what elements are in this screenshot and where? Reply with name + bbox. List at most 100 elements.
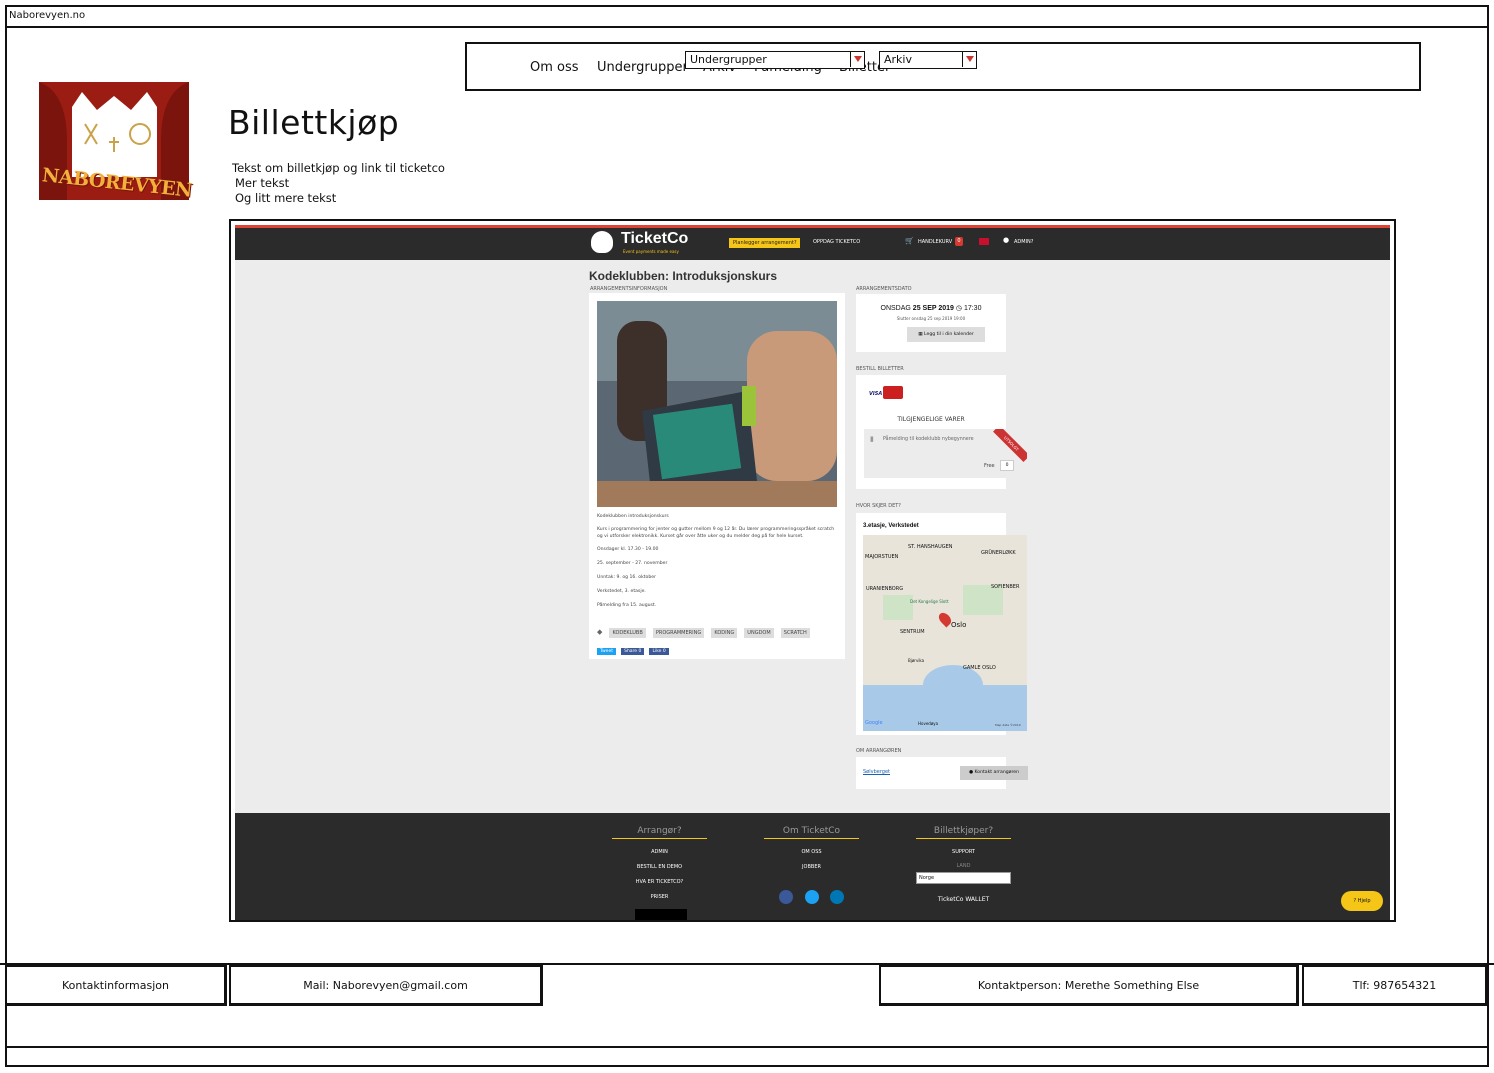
page-title: Billettkjøp (228, 103, 400, 142)
footer-link[interactable]: PRISER (612, 890, 707, 905)
admin-link[interactable]: ADMIN? (1014, 239, 1033, 245)
share-button[interactable]: Share 0 (621, 648, 645, 655)
tweet-button[interactable]: Tweet (597, 648, 616, 655)
desc-location: Verkstedet, 3. etasje. (597, 589, 646, 594)
map-label: ST. HANSHAUGEN (908, 544, 953, 550)
footer-contact-person: Kontaktperson: Merethe Something Else (879, 965, 1299, 1006)
location-card: 3.etasje, Verkstedet ST. HANSHAUGEN GRÜN… (856, 513, 1027, 735)
tag-icon: ◆ (597, 628, 603, 636)
ticketco-tagline: Event payments made easy (623, 249, 679, 254)
map-label: Hovedøya (918, 721, 939, 726)
app-store-badge[interactable] (635, 909, 687, 920)
footer-link[interactable]: ADMIN (612, 845, 707, 860)
organizer-link[interactable]: Sølvberget (863, 769, 890, 775)
footer-link[interactable]: JOBBER (764, 860, 859, 875)
twitter-icon[interactable] (804, 890, 819, 904)
help-label: Hjelp (1357, 898, 1371, 904)
wallet-logo[interactable]: TicketCo WALLET (916, 896, 1011, 903)
footer-col-buyer: Billettkjøper? SUPPORT LAND Norge Ticket… (916, 826, 1011, 903)
organizer-section-label: OM ARRANGØREN (856, 748, 902, 754)
undergrupper-dropdown[interactable]: Undergrupper (685, 51, 865, 69)
arkiv-dropdown[interactable]: Arkiv (879, 51, 977, 69)
chevron-down-icon (850, 52, 864, 67)
help-icon: ? (1353, 898, 1357, 904)
cart-count-badge: 0 (955, 237, 963, 246)
naborevyen-logo[interactable]: NABOREVYEN (37, 82, 197, 202)
footer-link[interactable]: OM OSS (764, 845, 859, 860)
available-items-heading: TILGJENGELIGE VARER (897, 416, 965, 423)
clock-icon: ◷ (955, 305, 962, 312)
bottom-border (5, 1046, 1489, 1048)
ticketco-logo-icon (591, 231, 613, 253)
contact-organizer-label: Kontakt arrangøren (974, 770, 1020, 775)
ticketco-header: TicketCo Event payments made easy Planle… (235, 225, 1390, 260)
footer-link[interactable]: BESTILL EN DEMO (612, 860, 707, 875)
venue-map[interactable]: ST. HANSHAUGEN GRÜNERLØKK MAJORSTUEN URA… (863, 535, 1027, 731)
tag-list: ◆ KODEKLUBB PROGRAMMERING KODING UNGDOM … (597, 619, 812, 638)
ticket-price: Free (984, 463, 995, 469)
tag-item[interactable]: KODING (711, 628, 738, 638)
footer-link[interactable]: HVA ER TICKETCO? (612, 875, 707, 890)
nav-om-oss[interactable]: Om oss (530, 60, 579, 75)
country-label: LAND (956, 863, 971, 869)
google-logo: Google (865, 720, 883, 726)
ticket-icon: ▮ (870, 435, 874, 443)
nav-undergrupper[interactable]: Undergrupper (597, 60, 688, 75)
sold-out-ribbon: UTSOLGT (993, 429, 1027, 462)
desc-period: 25. september - 27. november (597, 561, 668, 566)
map-label: Oslo (951, 621, 967, 629)
map-label: GAMLE OSLO (963, 665, 996, 671)
date-main: 25 SEP 2019 (912, 305, 954, 312)
tag-item[interactable]: SCRATCH (780, 628, 810, 638)
footer-link[interactable]: SUPPORT (916, 845, 1011, 860)
desc-body: Kurs i programmering for jenter og gutte… (597, 527, 835, 539)
desc-schedule: Onsdager kl. 17.30 - 19.00 (597, 547, 659, 552)
norway-flag-icon[interactable] (979, 238, 989, 245)
map-label: Bjørvika (908, 658, 925, 663)
country-select[interactable]: Norge (916, 872, 1011, 884)
date-time: 17:30 (963, 305, 982, 312)
linkedin-icon[interactable] (829, 890, 844, 904)
ticket-quantity-input[interactable]: 0 (1000, 460, 1014, 471)
date-card: ONSDAG 25 SEP 2019 ◷ 17:30 Slutter onsda… (856, 294, 1006, 352)
footer-col-title: Om TicketCo (764, 826, 859, 839)
add-to-calendar-button[interactable]: ▦ Legg til i din kalender (907, 327, 985, 342)
title-bar: Naborevyen.no (5, 5, 1489, 28)
venue-name: 3.etasje, Verkstedet (863, 523, 919, 529)
ticketco-brand[interactable]: TicketCo (621, 230, 688, 248)
chat-icon: ● (968, 770, 973, 775)
footer-col-organizer: Arrangør? ADMIN BESTILL EN DEMO HVA ER T… (612, 826, 707, 905)
event-photo (597, 301, 837, 507)
ticketco-footer: Arrangør? ADMIN BESTILL EN DEMO HVA ER T… (235, 813, 1390, 920)
map-label: URANIENBORG (866, 586, 904, 592)
footer-col-about: Om TicketCo OM OSS JOBBER (764, 826, 859, 908)
calendar-icon: ▦ (918, 332, 923, 337)
add-to-calendar-label: Legg til i din kalender (924, 332, 974, 337)
plan-event-button[interactable]: Planlegger arrangement? (729, 238, 801, 248)
footer-mail[interactable]: Mail: Naborevyen@gmail.com (229, 965, 543, 1006)
cart-icon[interactable]: 🛒 (905, 237, 914, 245)
contact-organizer-button[interactable]: ● Kontakt arrangøren (960, 766, 1028, 780)
footer-col-title: Arrangør? (612, 826, 707, 839)
map-label: GRÜNERLØKK (981, 550, 1016, 556)
ticket-item: ▮ Påmelding til kodeklubb nybegynnere UT… (864, 429, 1027, 478)
desc-exceptions: Unntak: 9. og 16. oktober (597, 575, 656, 580)
ticket-name: Påmelding til kodeklubb nybegynnere (883, 437, 974, 442)
undergrupper-dropdown-value: Undergrupper (690, 53, 767, 66)
order-card: VISA TILGJENGELIGE VARER ▮ Påmelding til… (856, 375, 1027, 489)
info-section-label: ARRANGEMENTSINFORMASJON (590, 286, 668, 292)
map-label: Det Kongelige Slott (910, 599, 949, 604)
like-button[interactable]: Like 0 (649, 648, 669, 655)
facebook-icon[interactable] (779, 890, 794, 904)
footer-phone[interactable]: Tlf: 987654321 (1302, 965, 1488, 1006)
date-weekday: ONSDAG (880, 305, 911, 312)
map-credit: Map data ©2019 (995, 723, 1021, 727)
cart-link[interactable]: HANDLEKURV (918, 239, 952, 245)
description-line-2: Mer tekst (235, 176, 290, 190)
event-info-card: Kodeklubben introduksjonskurs Kurs i pro… (589, 293, 845, 659)
help-button[interactable]: ? Hjelp (1341, 891, 1383, 911)
where-section-label: HVOR SKJER DET? (856, 503, 901, 509)
discover-link[interactable]: OPPDAG TICKETCO (813, 239, 860, 245)
tag-item[interactable]: UNGDOM (744, 628, 774, 638)
ticketco-event-page: Kodeklubben: Introduksjonskurs ARRANGEME… (235, 260, 1390, 813)
